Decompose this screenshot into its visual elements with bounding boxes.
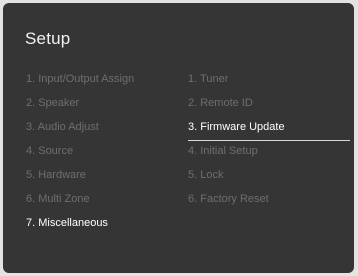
menu-item-hardware[interactable]: 5. Hardware (26, 167, 134, 191)
submenu-item-remote-id[interactable]: 2. Remote ID (188, 95, 285, 119)
submenu: 1. Tuner 2. Remote ID 3. Firmware Update… (188, 71, 285, 215)
main-menu: 1. Input/Output Assign 2. Speaker 3. Aud… (26, 71, 134, 239)
submenu-item-initial-setup[interactable]: 4. Initial Setup (188, 143, 285, 167)
submenu-item-tuner[interactable]: 1. Tuner (188, 71, 285, 95)
page-title: Setup (25, 29, 71, 48)
menu-item-speaker[interactable]: 2. Speaker (26, 95, 134, 119)
setup-screen: Setup 1. Input/Output Assign 2. Speaker … (3, 3, 354, 273)
menu-item-multi-zone[interactable]: 6. Multi Zone (26, 191, 134, 215)
menu-item-source[interactable]: 4. Source (26, 143, 134, 167)
menu-item-miscellaneous[interactable]: 7. Miscellaneous (26, 215, 134, 239)
submenu-item-lock[interactable]: 5. Lock (188, 167, 285, 191)
selection-underline (188, 140, 350, 141)
menu-item-audio-adjust[interactable]: 3. Audio Adjust (26, 119, 134, 143)
submenu-item-factory-reset[interactable]: 6. Factory Reset (188, 191, 285, 215)
menu-item-input-output-assign[interactable]: 1. Input/Output Assign (26, 71, 134, 95)
device-frame: Setup 1. Input/Output Assign 2. Speaker … (0, 0, 358, 276)
